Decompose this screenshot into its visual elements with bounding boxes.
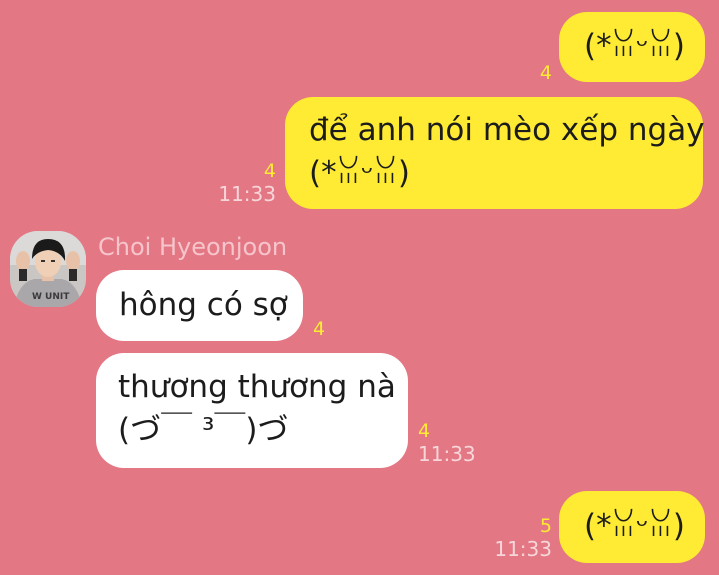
svg-text:W UNIT: W UNIT: [32, 292, 70, 302]
unread-count: 4: [539, 62, 552, 84]
message-meta: 4: [540, 62, 552, 84]
profile-photo-icon: W UNIT: [10, 231, 86, 307]
message-text-line: thương thương nà: [118, 369, 396, 405]
unread-count: 4: [313, 318, 326, 340]
outgoing-message-bubble[interactable]: (*ꈍᵕꈍ): [559, 491, 705, 563]
message-meta: 4 11:33: [418, 420, 476, 466]
message-time: 11:33: [218, 182, 276, 206]
message-time: 11:33: [418, 442, 476, 466]
outgoing-message-bubble[interactable]: (*ꈍᵕꈍ): [559, 12, 705, 82]
message-text: (*ꈍᵕꈍ): [584, 508, 685, 544]
message-text: (*ꈍᵕꈍ): [584, 28, 685, 64]
sender-avatar[interactable]: W UNIT: [10, 231, 86, 307]
incoming-message-bubble[interactable]: thương thương nà (づ￣ ³￣)づ: [96, 353, 408, 468]
unread-count: 4: [263, 160, 276, 182]
message-text-line: để anh nói mèo xếp ngày: [309, 112, 705, 148]
outgoing-message-bubble[interactable]: để anh nói mèo xếp ngày (*ꈍᵕꈍ): [285, 97, 705, 209]
unread-count: 5: [539, 515, 552, 537]
incoming-message-bubble[interactable]: hông có sợ: [96, 270, 303, 341]
chat-room: (*ꈍᵕꈍ) 4 để anh nói mèo xếp ngày (*ꈍᵕꈍ) …: [0, 0, 719, 575]
message-text: hông có sợ: [119, 287, 288, 323]
sender-name[interactable]: Choi Hyeonjoon: [98, 232, 287, 262]
message-text-line: (*ꈍᵕꈍ): [309, 155, 410, 191]
message-meta: 5 11:33: [494, 515, 552, 561]
unread-count: 4: [418, 420, 431, 442]
message-time: 11:33: [494, 537, 552, 561]
message-meta: 4 11:33: [218, 160, 276, 206]
message-text-line: (づ￣ ³￣)づ: [118, 412, 289, 448]
message-meta: 4: [313, 318, 325, 340]
